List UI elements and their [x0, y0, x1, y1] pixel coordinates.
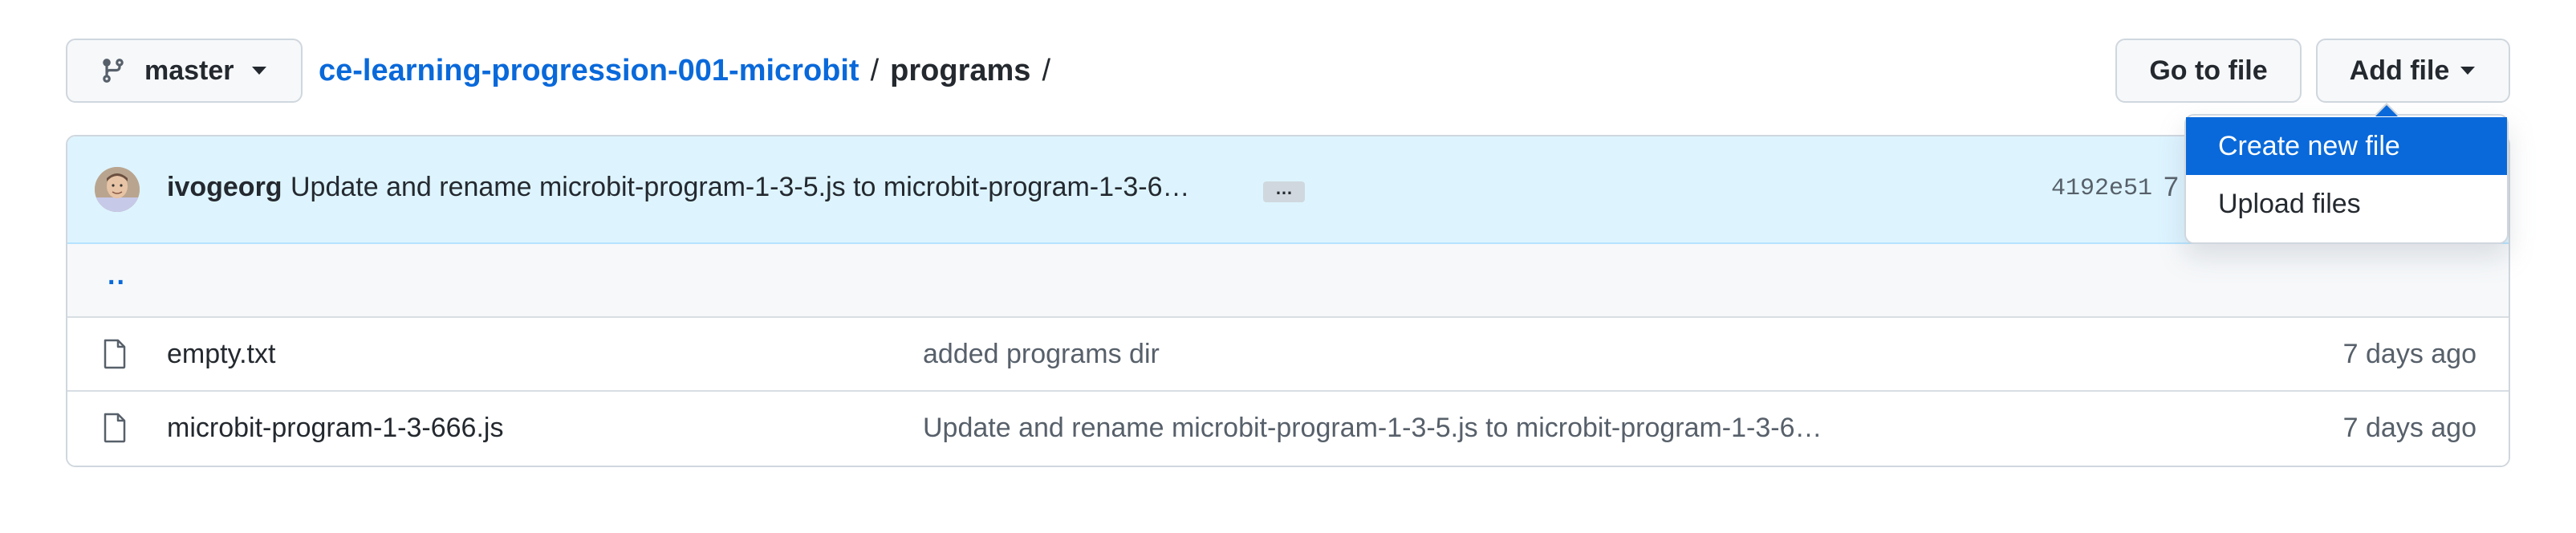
breadcrumb: ce-learning-progression-001-microbit / p… [319, 39, 1062, 103]
go-to-file-button[interactable]: Go to file [2115, 39, 2302, 103]
parent-directory-row[interactable]: .. [67, 244, 2509, 318]
file-name-link[interactable]: empty.txt [167, 339, 275, 370]
file-row: microbit-program-1-3-666.js Update and r… [67, 392, 2509, 466]
file-row: empty.txt added programs dir 7 days ago [67, 318, 2509, 392]
caret-down-icon [2460, 67, 2476, 75]
commit-author-link[interactable]: ivogeorg [167, 172, 282, 203]
file-age: 7 days ago [2342, 339, 2476, 369]
upload-files-menu-item[interactable]: Upload files [2186, 175, 2507, 233]
breadcrumb-trailing-separator: / [1042, 53, 1050, 87]
file-commit-message-link[interactable]: added programs dir [923, 339, 1160, 370]
latest-commit-bar: ivogeorg Update and rename microbit-prog… [67, 136, 2509, 244]
commit-sha-link[interactable]: 4192e51 [2051, 175, 2152, 202]
add-file-label: Add file [2349, 55, 2450, 86]
file-icon [104, 339, 126, 369]
dropdown-caret-inner [2375, 105, 2398, 116]
file-icon [104, 413, 126, 443]
add-file-button[interactable]: Add file [2316, 39, 2510, 103]
create-new-file-menu-item[interactable]: Create new file [2186, 117, 2507, 175]
git-branch-icon [103, 59, 124, 83]
commit-time: 7 [2164, 172, 2179, 202]
avatar-image [95, 167, 140, 212]
add-file-menu: Create new file Upload files [2184, 114, 2509, 244]
file-commit-message-link[interactable]: Update and rename microbit-program-1-3-5… [923, 413, 1822, 444]
parent-directory-link[interactable]: .. [108, 260, 126, 291]
breadcrumb-repo-link[interactable]: ce-learning-progression-001-microbit [319, 54, 859, 88]
branch-label: master [144, 55, 234, 86]
commit-message-link[interactable]: Update and rename microbit-program-1-3-5… [291, 172, 1190, 203]
file-age: 7 days ago [2342, 413, 2476, 443]
breadcrumb-current-folder: programs [890, 53, 1031, 87]
file-name-link[interactable]: microbit-program-1-3-666.js [167, 413, 503, 444]
file-list: ivogeorg Update and rename microbit-prog… [66, 135, 2510, 467]
caret-down-icon [251, 67, 266, 75]
file-navigation: master ce-learning-progression-001-micro… [66, 39, 2510, 103]
branch-selector-button[interactable]: master [66, 39, 303, 103]
avatar[interactable] [95, 167, 140, 212]
expand-commit-message-button[interactable]: … [1263, 180, 1305, 202]
breadcrumb-separator: / [870, 53, 880, 87]
